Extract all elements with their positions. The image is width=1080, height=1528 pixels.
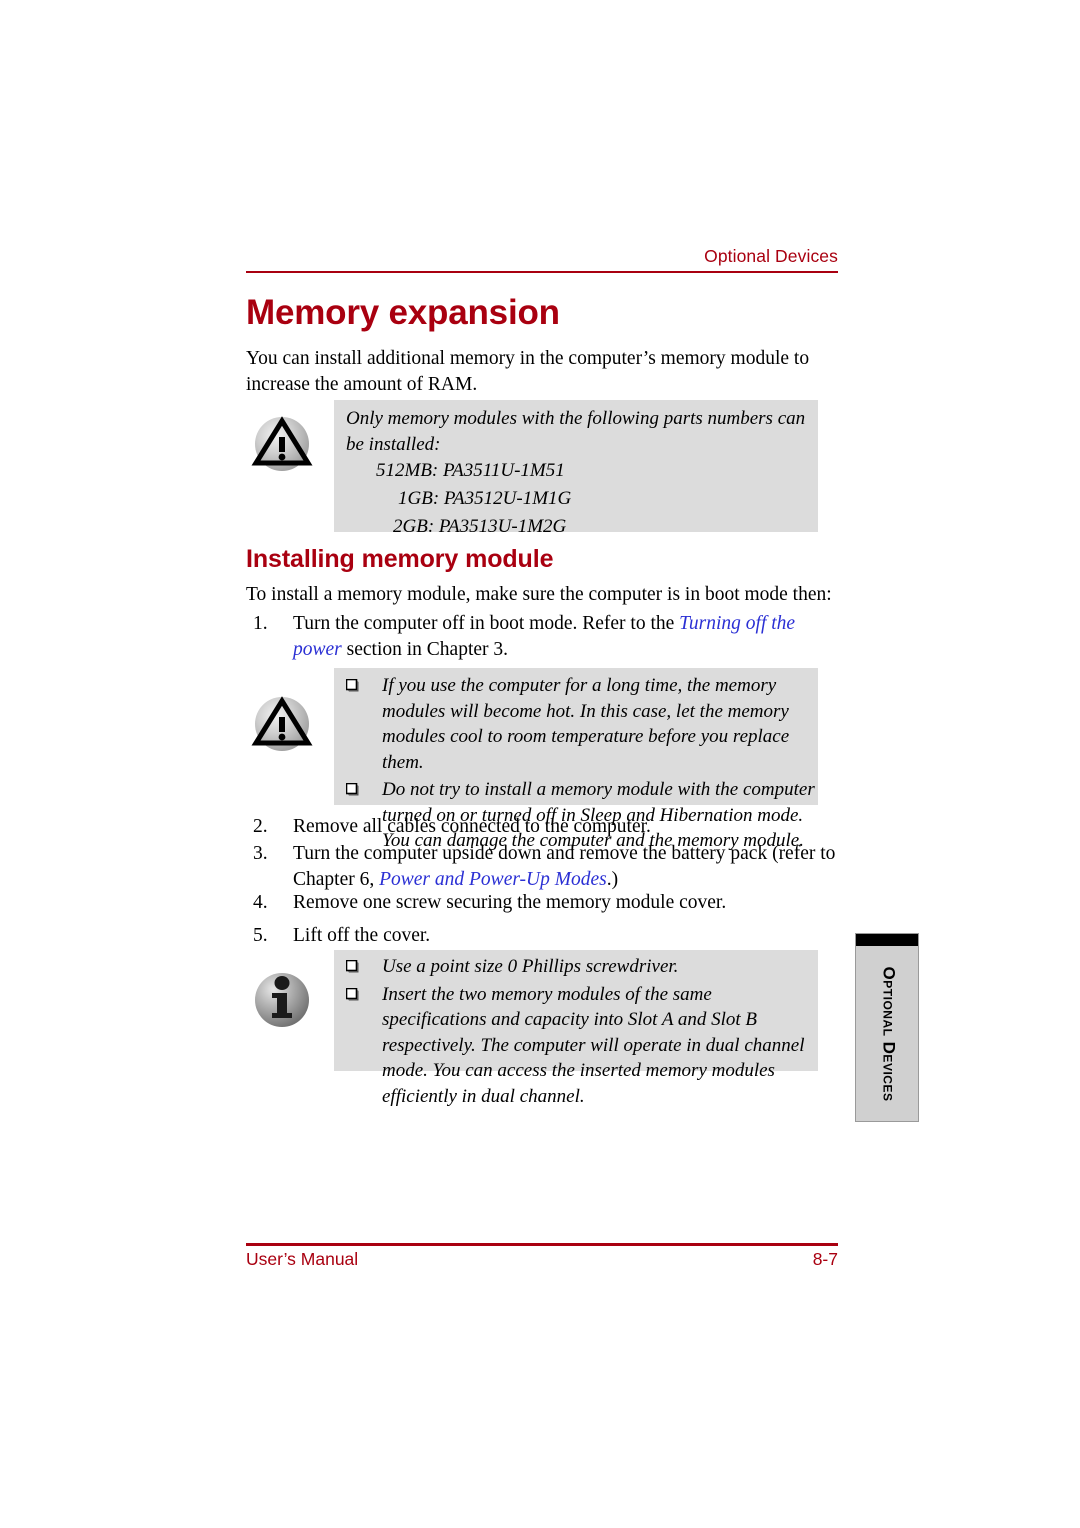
document-page: Optional Devices Memory expansion You ca… [0,0,1080,1528]
footer-rule [246,1243,838,1246]
running-head: Optional Devices [704,246,838,266]
warning-triangle-icon [246,688,318,760]
bullet-text: If you use the computer for a long time,… [382,675,790,773]
tab-marker-bar [856,934,918,946]
list-item: 1. Turn the computer off in boot mode. R… [253,611,843,662]
chapter-thumb-tab: Optional Devices [855,933,919,1122]
square-bullet-icon [345,987,359,1001]
page-header: Optional Devices [246,246,838,273]
step-text: Turn the computer off in boot mode. Refe… [293,611,843,662]
bullet-text: Use a point size 0 Phillips screwdriver. [382,956,679,977]
step-number: 1. [253,613,268,634]
footer-row: User’s Manual 8-7 [246,1248,838,1269]
square-bullet-icon [345,678,359,692]
step-text-post: .) [606,868,619,890]
list-item: 3. Turn the computer upside down and rem… [253,841,843,892]
lead-paragraph: To install a memory module, make sure th… [246,584,832,605]
bullet-text: Insert the two memory modules of the sam… [382,983,805,1107]
step-number: 4. [253,892,268,913]
list-item: 5. Lift off the cover. [253,923,843,949]
part-number-2gb: 2GB: PA3513U-1M2G [393,516,567,537]
step-text: Turn the computer upside down and remove… [293,841,843,892]
step-number: 2. [253,816,268,837]
list-item: Insert the two memory modules of the sam… [345,982,816,1110]
list-item: 2. Remove all cables connected to the co… [253,814,843,840]
page-number: 8-7 [812,1248,838,1269]
page-title: Memory expansion [246,293,560,332]
cross-reference-link[interactable]: Power and Power-Up Modes [379,869,607,890]
step-text: Lift off the cover. [293,925,431,946]
step-number: 3. [253,843,268,864]
list-item: Use a point size 0 Phillips screwdriver. [345,954,816,980]
tab-label-wrapper: Optional Devices [856,946,920,1122]
info-circle-icon [246,964,318,1036]
step-number: 5. [253,925,268,946]
list-item: 4. Remove one screw securing the memory … [253,890,843,916]
intro-paragraph: You can install additional memory in the… [246,348,810,395]
page-footer: User’s Manual 8-7 [246,1243,838,1268]
square-bullet-icon [345,959,359,973]
step-text-pre: Turn the computer off in boot mode. Refe… [293,613,680,634]
step-text: Remove one screw securing the memory mod… [293,892,727,913]
header-rule [246,270,838,273]
tab-label: Optional Devices [879,966,898,1102]
part-number-512mb: 512MB: PA3511U-1M51 [376,460,565,481]
step-text-post: section in Chapter 3. [341,638,509,660]
square-bullet-icon [345,782,359,796]
warning-triangle-icon [246,408,318,480]
step-text: Remove all cables connected to the compu… [293,816,651,837]
callout-intro-text: Only memory modules with the following p… [346,408,806,455]
footer-manual-label: User’s Manual [246,1248,359,1269]
part-number-1gb: 1GB: PA3512U-1M1G [398,488,572,509]
callout-body: Only memory modules with the following p… [346,406,806,541]
callout-body: Use a point size 0 Phillips screwdriver.… [345,954,816,1111]
section-title: Installing memory module [246,545,554,573]
list-item: If you use the computer for a long time,… [345,673,816,775]
